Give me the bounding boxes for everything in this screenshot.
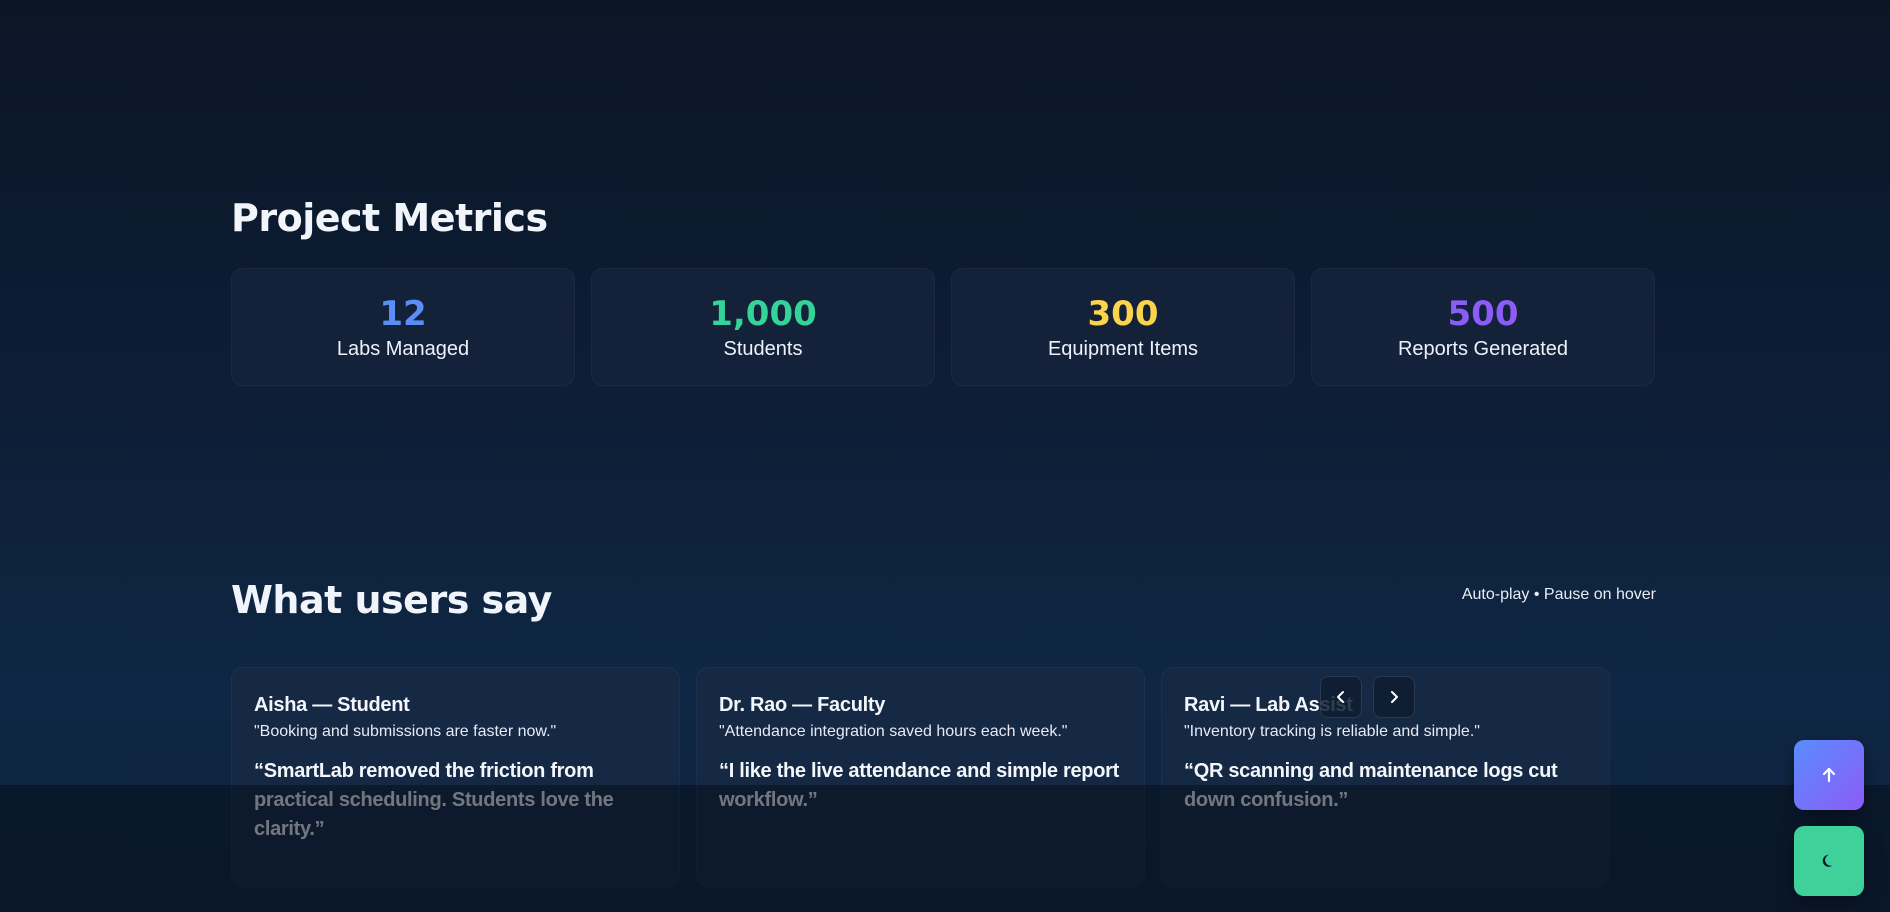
testimonial-summary: "Attendance integration saved hours each… <box>719 723 1068 740</box>
testimonial-author: Aisha — Student <box>254 694 410 716</box>
metrics-section-title: Project Metrics <box>231 196 548 240</box>
testimonial-summary: "Booking and submissions are faster now.… <box>254 723 557 740</box>
testimonial-card: Dr. Rao — Faculty "Attendance integratio… <box>696 667 1145 887</box>
carousel-prev-button[interactable] <box>1320 676 1362 718</box>
metric-card-students: 1,000 Students <box>591 268 935 386</box>
metric-card-labs: 12 Labs Managed <box>231 268 575 386</box>
metrics-row: 12 Labs Managed 1,000 Students 300 Equip… <box>231 268 1655 386</box>
carousel-next-button[interactable] <box>1373 676 1415 718</box>
metric-label: Students <box>723 337 803 360</box>
theme-toggle-button[interactable] <box>1794 826 1864 896</box>
testimonial-author: Dr. Rao — Faculty <box>719 694 886 716</box>
metric-value: 12 <box>379 293 427 334</box>
autoplay-note: Auto-play • Pause on hover <box>1461 586 1656 603</box>
testimonial-quote: “SmartLab removed the friction from prac… <box>254 760 614 840</box>
scroll-to-top-button[interactable] <box>1794 740 1864 810</box>
testimonial-card: Aisha — Student "Booking and submissions… <box>231 667 680 887</box>
metric-value: 1,000 <box>709 293 817 334</box>
testimonial-quote: “QR scanning and maintenance logs cut do… <box>1184 760 1558 811</box>
metric-value: 500 <box>1447 293 1519 334</box>
testimonial-summary: "Inventory tracking is reliable and simp… <box>1184 723 1480 740</box>
metric-label: Labs Managed <box>336 337 470 360</box>
metric-card-equipment: 300 Equipment Items <box>951 268 1295 386</box>
metric-label: Equipment Items <box>1047 337 1199 360</box>
moon-icon <box>1822 854 1833 867</box>
testimonial-quote: “I like the live attendance and simple r… <box>719 760 1119 811</box>
metric-card-reports: 500 Reports Generated <box>1311 268 1655 386</box>
chevron-left-icon <box>1337 691 1344 703</box>
arrow-up-icon <box>1822 767 1836 783</box>
testimonials-section-title: What users say <box>231 578 552 622</box>
chevron-right-icon <box>1391 691 1398 703</box>
metric-label: Reports Generated <box>1397 337 1569 360</box>
metric-value: 300 <box>1087 293 1159 334</box>
